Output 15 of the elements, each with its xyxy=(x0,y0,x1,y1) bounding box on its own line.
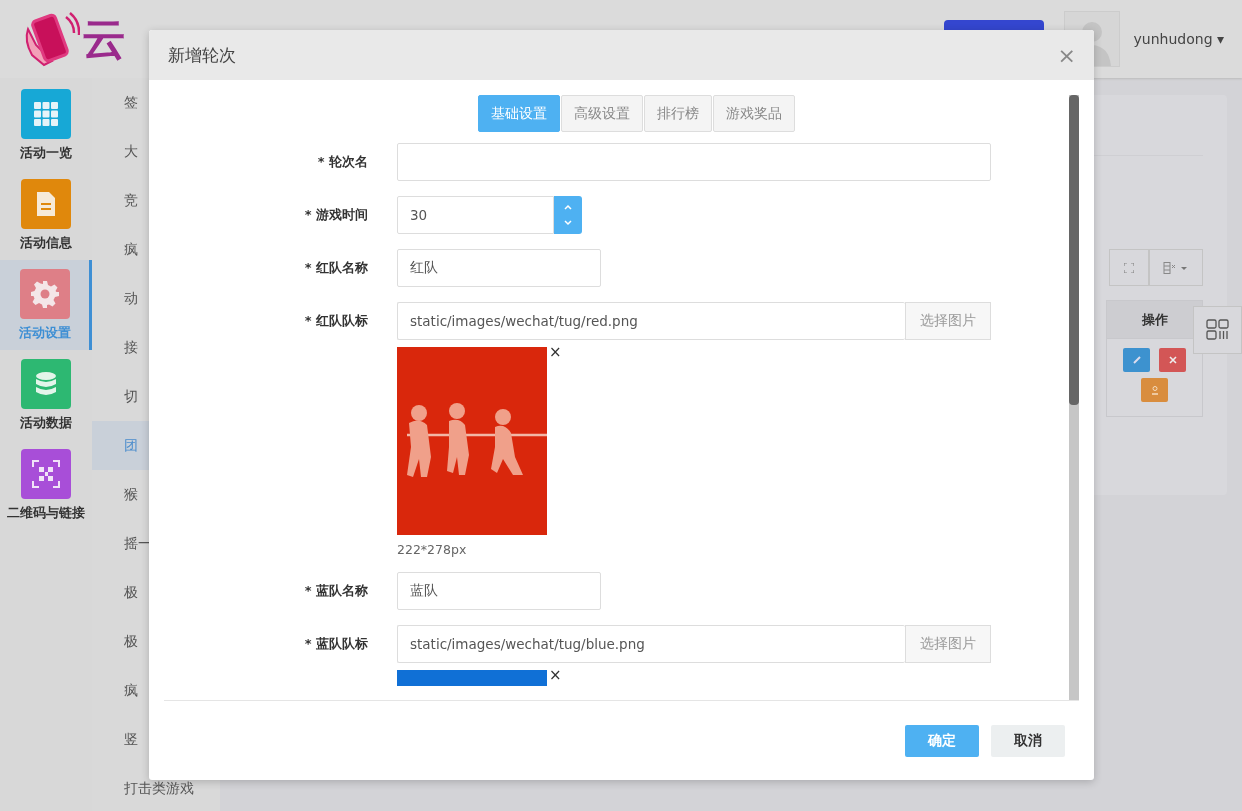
nav-label: 二维码与链接 xyxy=(7,504,85,522)
brand-name: 云 xyxy=(82,11,130,66)
nav-label: 活动一览 xyxy=(20,144,72,162)
field-label: * 游戏时间 xyxy=(303,206,368,224)
field-label: * 红队名称 xyxy=(303,259,368,277)
field-label: * 蓝队队标 xyxy=(303,635,368,653)
column-header: 操作 xyxy=(1107,301,1202,338)
image-size-note: 222*278px xyxy=(397,542,468,557)
field-label: * 轮次名 xyxy=(316,153,368,171)
nav-label: 活动数据 xyxy=(20,414,72,432)
dialog-title: 新增轮次 xyxy=(168,43,236,67)
field-label: * 红队队标 xyxy=(303,312,368,330)
field-label: * 蓝队名称 xyxy=(303,582,368,600)
nav-label: 活动设置 xyxy=(18,324,71,342)
nav-label: 活动信息 xyxy=(20,234,72,252)
